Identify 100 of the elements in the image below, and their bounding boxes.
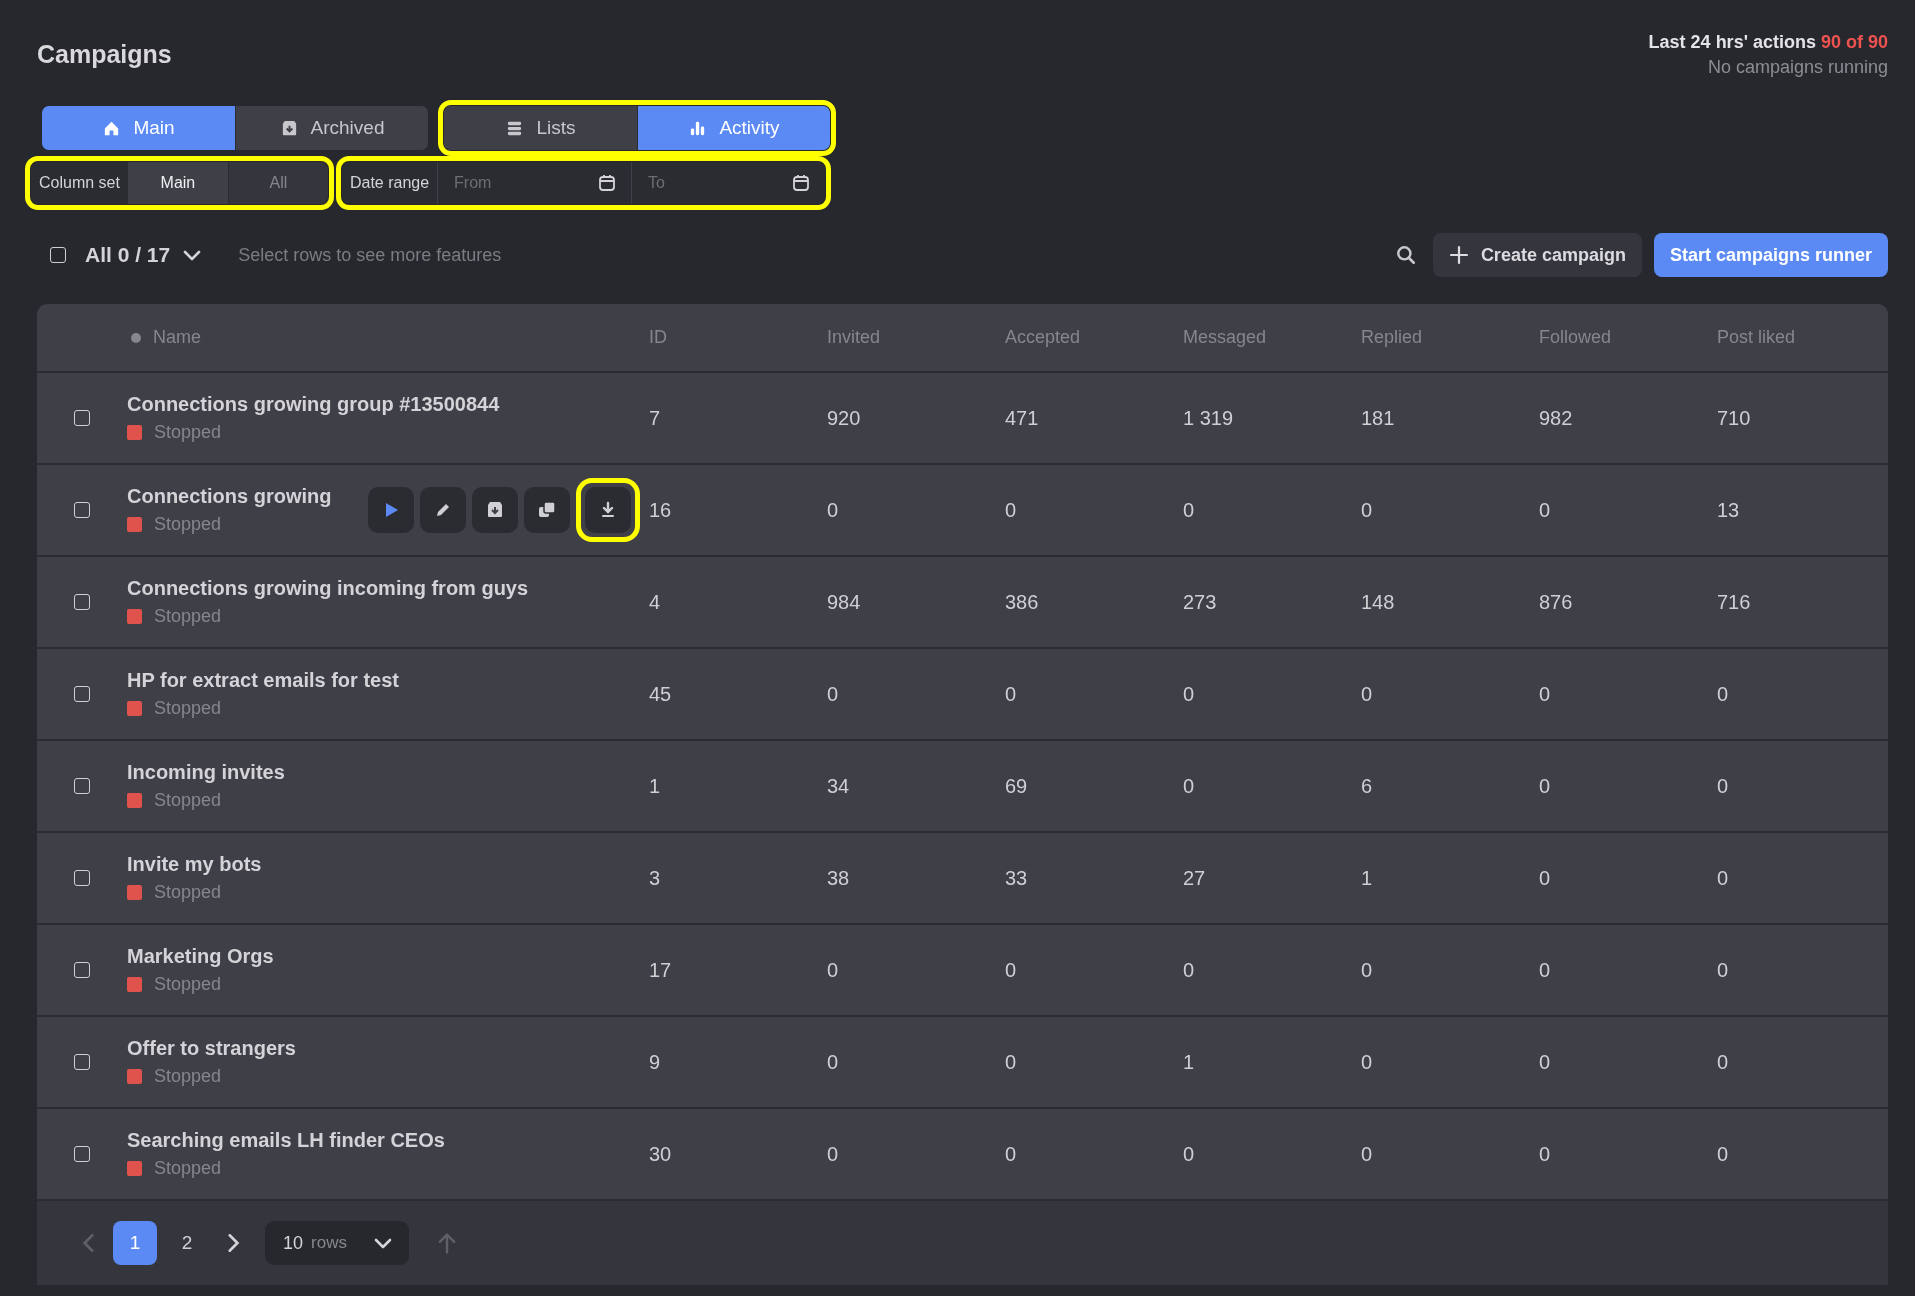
campaign-name[interactable]: Connections growing group #13500844 (127, 393, 500, 416)
table-cell-text: 33 (1004, 866, 1029, 890)
table-cell-text: 0 (1004, 498, 1018, 522)
table-cell-text: 0 (1716, 1142, 1730, 1166)
campaign-status: Stopped (154, 698, 222, 719)
table-cell-text: 0 (1360, 498, 1374, 522)
campaign-status: Stopped (154, 1158, 222, 1179)
date-range-label: Date range (348, 174, 431, 192)
table-cell-text: 0 (1538, 498, 1552, 522)
status-square-icon (127, 609, 142, 624)
campaign-name[interactable]: Invite my bots (127, 853, 262, 876)
date-input[interactable]: To (646, 173, 771, 193)
row-checkbox[interactable] (74, 594, 90, 610)
table-cell-text: 3 (648, 866, 662, 890)
row-checkbox[interactable] (74, 410, 90, 426)
table-cell-text: 0 (1716, 866, 1730, 890)
table-cell-text: 0 (1182, 1142, 1196, 1166)
search-icon[interactable] (1394, 244, 1417, 266)
rows-per-page-dropdown[interactable]: 10 rows (265, 1221, 409, 1265)
row-checkbox[interactable] (74, 502, 90, 518)
table-cell-text: 30 (648, 1142, 673, 1166)
campaign-name[interactable]: Offer to strangers (127, 1037, 296, 1060)
row-action-button[interactable] (368, 487, 414, 533)
table-cell-text: 876 (1538, 590, 1574, 614)
row-checkbox[interactable] (74, 870, 90, 886)
campaign-status: Stopped (154, 790, 222, 811)
table-cell-text: 16 (648, 498, 673, 522)
campaign-status: Stopped (154, 974, 222, 995)
campaign-name[interactable]: Searching emails LH finder CEOs (127, 1129, 445, 1152)
table-cell-text: 273 (1182, 590, 1218, 614)
table-cell-text: 148 (1360, 590, 1396, 614)
table-cell-text: 0 (1182, 774, 1196, 798)
calendar-icon (791, 173, 812, 193)
date-input[interactable]: From (452, 173, 577, 193)
table-cell-text: 716 (1716, 590, 1752, 614)
tab[interactable]: Activity (637, 106, 830, 150)
row-action-button[interactable] (585, 487, 631, 533)
row-checkbox[interactable] (74, 962, 90, 978)
table-cell-text: 0 (1538, 866, 1552, 890)
row-checkbox[interactable] (74, 1146, 90, 1162)
row-checkbox[interactable] (74, 686, 90, 702)
page-title: Campaigns (37, 40, 172, 69)
campaign-name[interactable]: Connections growing incoming from guys (127, 577, 529, 600)
archive-box-icon (485, 500, 505, 520)
table-cell-text: 34 (826, 774, 851, 798)
campaign-name[interactable]: Connections growing (127, 485, 332, 508)
select-dropdown[interactable]: All 0 / 17 (85, 243, 203, 267)
plus-icon (1448, 245, 1469, 265)
campaign-name[interactable]: HP for extract emails for test (127, 669, 399, 692)
table-cell-text: 9 (648, 1050, 662, 1074)
row-action-button[interactable] (472, 487, 518, 533)
campaign-name[interactable]: Marketing Orgs (127, 945, 274, 968)
campaign-status: Stopped (154, 514, 222, 535)
row-checkbox[interactable] (74, 1054, 90, 1070)
table-cell-text: 181 (1360, 406, 1396, 430)
campaign-status: Stopped (154, 606, 222, 627)
status-square-icon (127, 977, 142, 992)
segment-option[interactable]: All (227, 162, 328, 204)
table-cell-text: 0 (1716, 682, 1730, 706)
table-cell-text: 0 (1004, 682, 1018, 706)
table-cell-text: 38 (826, 866, 851, 890)
table-cell-text: 0 (1360, 1142, 1374, 1166)
campaign-status: Stopped (154, 422, 222, 443)
checkbox[interactable] (49, 246, 67, 264)
status-square-icon (127, 1069, 142, 1084)
table-cell-text: 1 (1360, 866, 1374, 890)
page-button[interactable]: 1 (113, 1221, 157, 1265)
row-action-button[interactable] (524, 487, 570, 533)
table-cell-text: 0 (1716, 1050, 1730, 1074)
page-button[interactable]: 2 (165, 1221, 209, 1265)
row-checkbox[interactable] (74, 778, 90, 794)
table-cell-text: 0 (826, 682, 840, 706)
table-cell-text: 710 (1716, 406, 1752, 430)
campaign-name[interactable]: Incoming invites (127, 761, 285, 784)
table-cell-text: 982 (1538, 406, 1574, 430)
table-cell-text: 0 (826, 498, 840, 522)
start-runner-button[interactable]: Start campaigns runner (1653, 233, 1888, 277)
table-cell-text: 1 319 (1182, 406, 1235, 430)
segment-option[interactable]: Main (127, 162, 228, 204)
table-cell-text: 0 (1538, 682, 1552, 706)
tab[interactable]: Archived (235, 106, 428, 150)
table-cell-text: 6 (1360, 774, 1374, 798)
table-cell-text: 0 (1182, 682, 1196, 706)
status-square-icon (127, 425, 142, 440)
table-cell-text: 0 (1538, 1050, 1552, 1074)
table-cell-text: 0 (1538, 1142, 1552, 1166)
table-cell-text: 0 (1716, 774, 1730, 798)
table-cell-text: 0 (1004, 1050, 1018, 1074)
table-cell-text: 0 (1360, 958, 1374, 982)
table-cell-text: 45 (648, 682, 673, 706)
table-cell-text: 0 (1182, 958, 1196, 982)
table-cell-text: 0 (1716, 958, 1730, 982)
create-campaign-button[interactable]: Create campaign (1432, 233, 1642, 277)
table-cell-text: 471 (1004, 406, 1040, 430)
status-square-icon (127, 701, 142, 716)
table-cell-text: 0 (826, 1142, 840, 1166)
row-action-button[interactable] (420, 487, 466, 533)
table-cell-text: 0 (1182, 498, 1196, 522)
actions-usage: Last 24 hrs' actions 90 of 90 (1648, 31, 1888, 54)
tab[interactable]: Main (42, 106, 235, 150)
